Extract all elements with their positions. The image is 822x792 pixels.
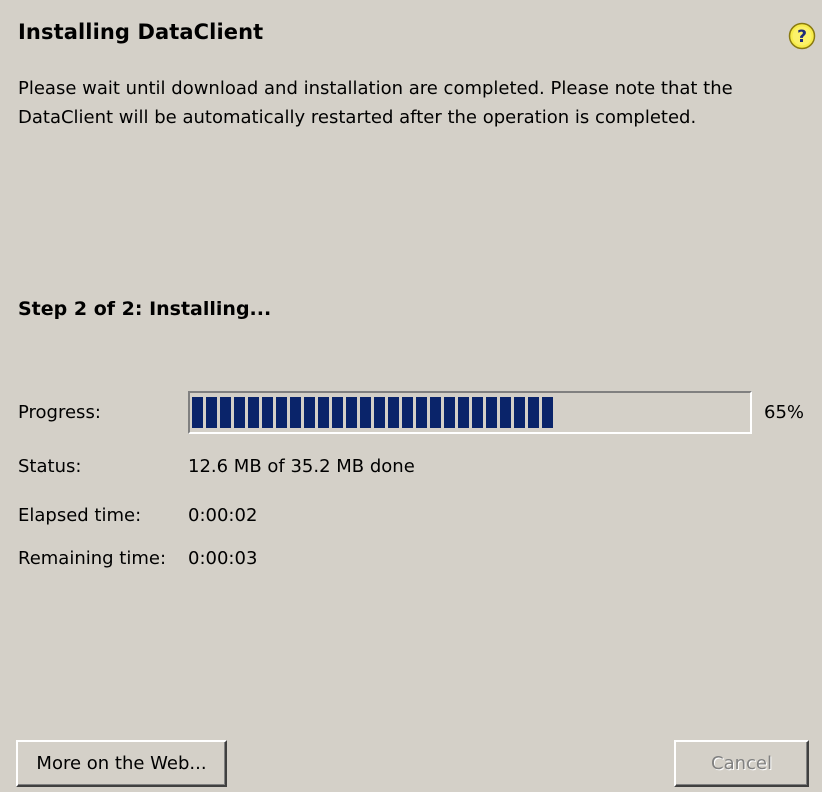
more-on-the-web-button[interactable]: More on the Web... xyxy=(16,740,227,787)
remaining-time-value: 0:00:03 xyxy=(188,548,258,569)
step-heading: Step 2 of 2: Installing... xyxy=(18,298,272,320)
progress-bar xyxy=(188,391,752,434)
progress-track xyxy=(192,397,748,428)
dialog-title: Installing DataClient xyxy=(18,20,264,44)
help-question-icon[interactable]: ? xyxy=(788,22,816,50)
progress-percent: 65% xyxy=(764,402,805,423)
status-value: 12.6 MB of 35.2 MB done xyxy=(188,456,415,477)
status-label: Status: xyxy=(18,456,82,477)
remaining-time-label: Remaining time: xyxy=(18,548,167,569)
elapsed-time-label: Elapsed time: xyxy=(18,505,142,526)
install-dialog: Installing DataClient ? Please wait unti… xyxy=(0,0,822,792)
dialog-description: Please wait until download and installat… xyxy=(18,78,733,128)
cancel-button[interactable]: Cancel xyxy=(674,740,809,787)
elapsed-time-value: 0:00:02 xyxy=(188,505,258,526)
progress-label: Progress: xyxy=(18,402,101,423)
progress-fill xyxy=(192,397,554,428)
svg-text:?: ? xyxy=(797,27,807,47)
